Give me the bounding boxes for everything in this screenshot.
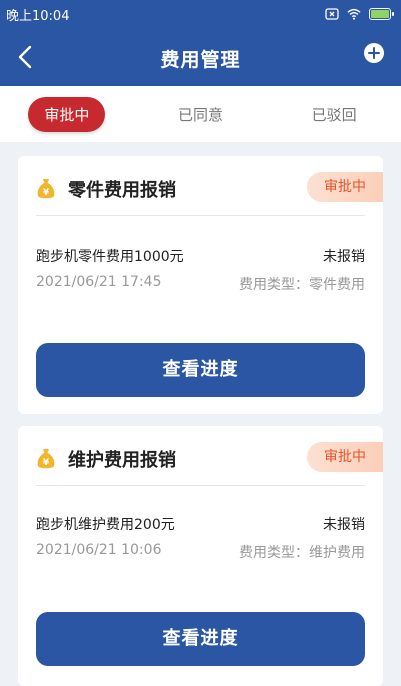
tab-pending-label: 审批中 — [28, 96, 106, 132]
expense-type: 费用类型：零件费用 — [239, 277, 365, 293]
add-icon[interactable] — [363, 42, 385, 64]
expense-description: 跑步机零件费用1000元 — [36, 249, 184, 265]
expense-card: ¥ 零件费用报销 审批中 跑步机零件费用1000元 未报销 2021/06/21… — [18, 156, 383, 414]
view-progress-button[interactable]: 查看进度 — [36, 612, 365, 666]
status-badge: 审批中 — [307, 172, 383, 202]
status-time: 晚上10:04 — [6, 8, 70, 24]
card-title: 维护费用报销 — [68, 450, 176, 471]
money-bag-icon: ¥ — [37, 179, 55, 199]
tab-rejected-label: 已驳回 — [311, 105, 357, 124]
claim-status: 未报销 — [323, 249, 365, 265]
expense-description: 跑步机维护费用200元 — [36, 517, 175, 533]
money-bag-icon: ¥ — [37, 449, 55, 469]
card-info-row: 跑步机维护费用200元 未报销 — [36, 514, 365, 534]
tab-approved[interactable]: 已同意 — [134, 104, 268, 125]
expense-card: ¥ 维护费用报销 审批中 跑步机维护费用200元 未报销 2021/06/21 … — [18, 426, 383, 686]
tab-approved-label: 已同意 — [178, 105, 224, 124]
card-meta-row: 2021/06/21 10:06 费用类型：维护费用 — [36, 542, 365, 562]
wifi-icon — [347, 8, 361, 20]
view-progress-button[interactable]: 查看进度 — [36, 343, 365, 397]
svg-text:¥: ¥ — [43, 188, 50, 198]
tab-pending[interactable]: 审批中 — [0, 96, 134, 132]
svg-text:¥: ¥ — [43, 458, 50, 468]
expense-datetime: 2021/06/21 10:06 — [36, 542, 162, 558]
status-icons — [325, 7, 394, 21]
card-header: ¥ 零件费用报销 审批中 — [36, 156, 383, 216]
notification-close-icon — [325, 8, 339, 20]
tab-rejected[interactable]: 已驳回 — [267, 104, 401, 125]
claim-status: 未报销 — [323, 517, 365, 533]
tab-bar: 审批中 已同意 已驳回 — [0, 86, 401, 142]
expense-type: 费用类型：维护费用 — [239, 545, 365, 561]
card-header: ¥ 维护费用报销 审批中 — [36, 426, 383, 486]
expense-datetime: 2021/06/21 17:45 — [36, 274, 162, 290]
status-badge: 审批中 — [307, 442, 383, 472]
page-title: 费用管理 — [160, 49, 241, 71]
card-info-row: 跑步机零件费用1000元 未报销 — [36, 246, 365, 266]
card-meta-row: 2021/06/21 17:45 费用类型：零件费用 — [36, 274, 365, 294]
card-title: 零件费用报销 — [68, 180, 176, 201]
battery-icon — [369, 8, 394, 20]
status-bar: 晚上10:04 — [0, 0, 401, 28]
nav-bar: 费用管理 — [0, 28, 401, 86]
